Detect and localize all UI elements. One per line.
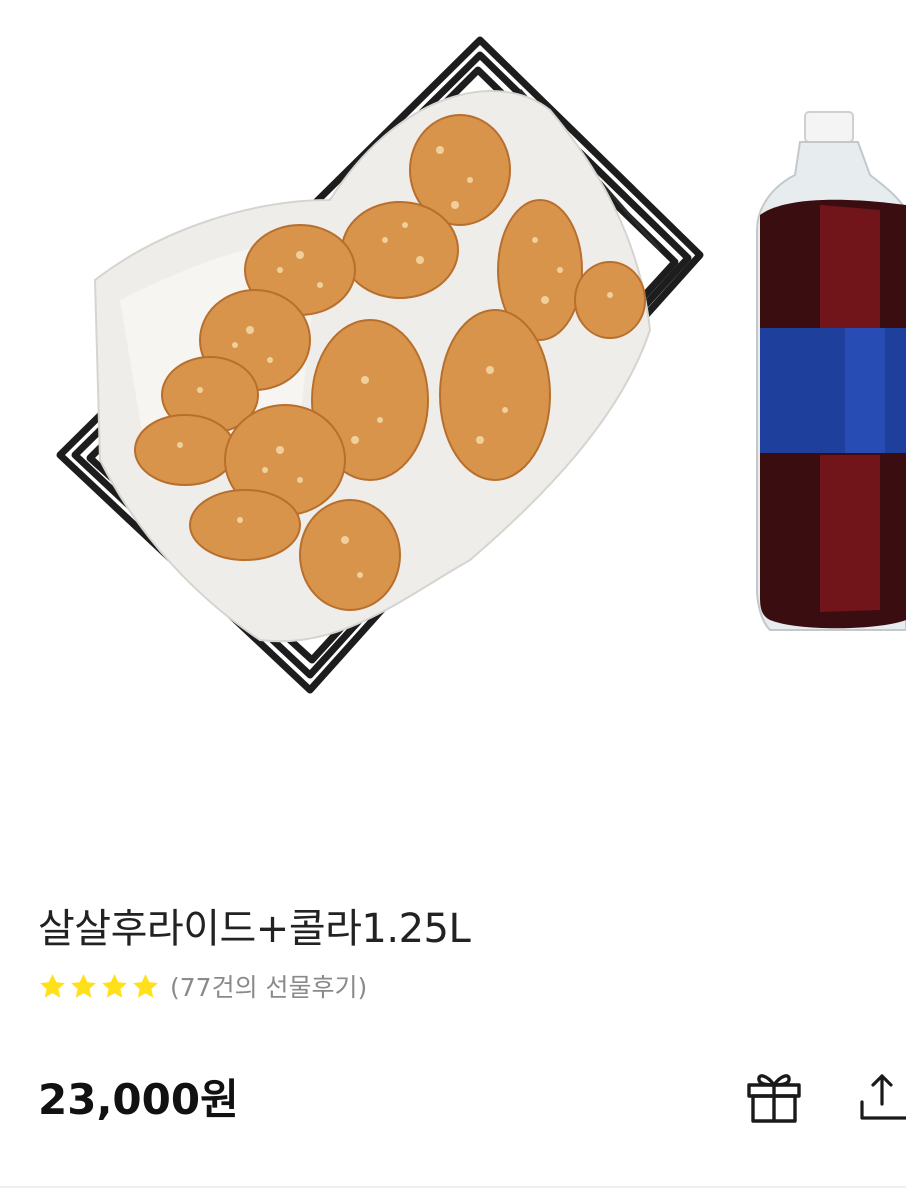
rating-stars [38,972,160,1001]
star-icon [71,973,96,998]
product-image [0,0,906,800]
bottom-divider [0,1186,906,1188]
star-icon [40,973,65,998]
product-title: 살살후라이드+콜라1.25L [38,906,471,952]
product-price: 23,000원 [38,1075,239,1124]
gift-icon [747,1074,801,1123]
review-count-link[interactable]: (77건의 선물후기) [170,968,367,1004]
star-icon [133,973,158,998]
gift-button[interactable] [742,1064,806,1128]
rating-row[interactable]: (77건의 선물후기) [38,968,367,1004]
share-button[interactable] [852,1064,906,1128]
star-icon [102,973,127,998]
share-icon [860,1074,906,1120]
